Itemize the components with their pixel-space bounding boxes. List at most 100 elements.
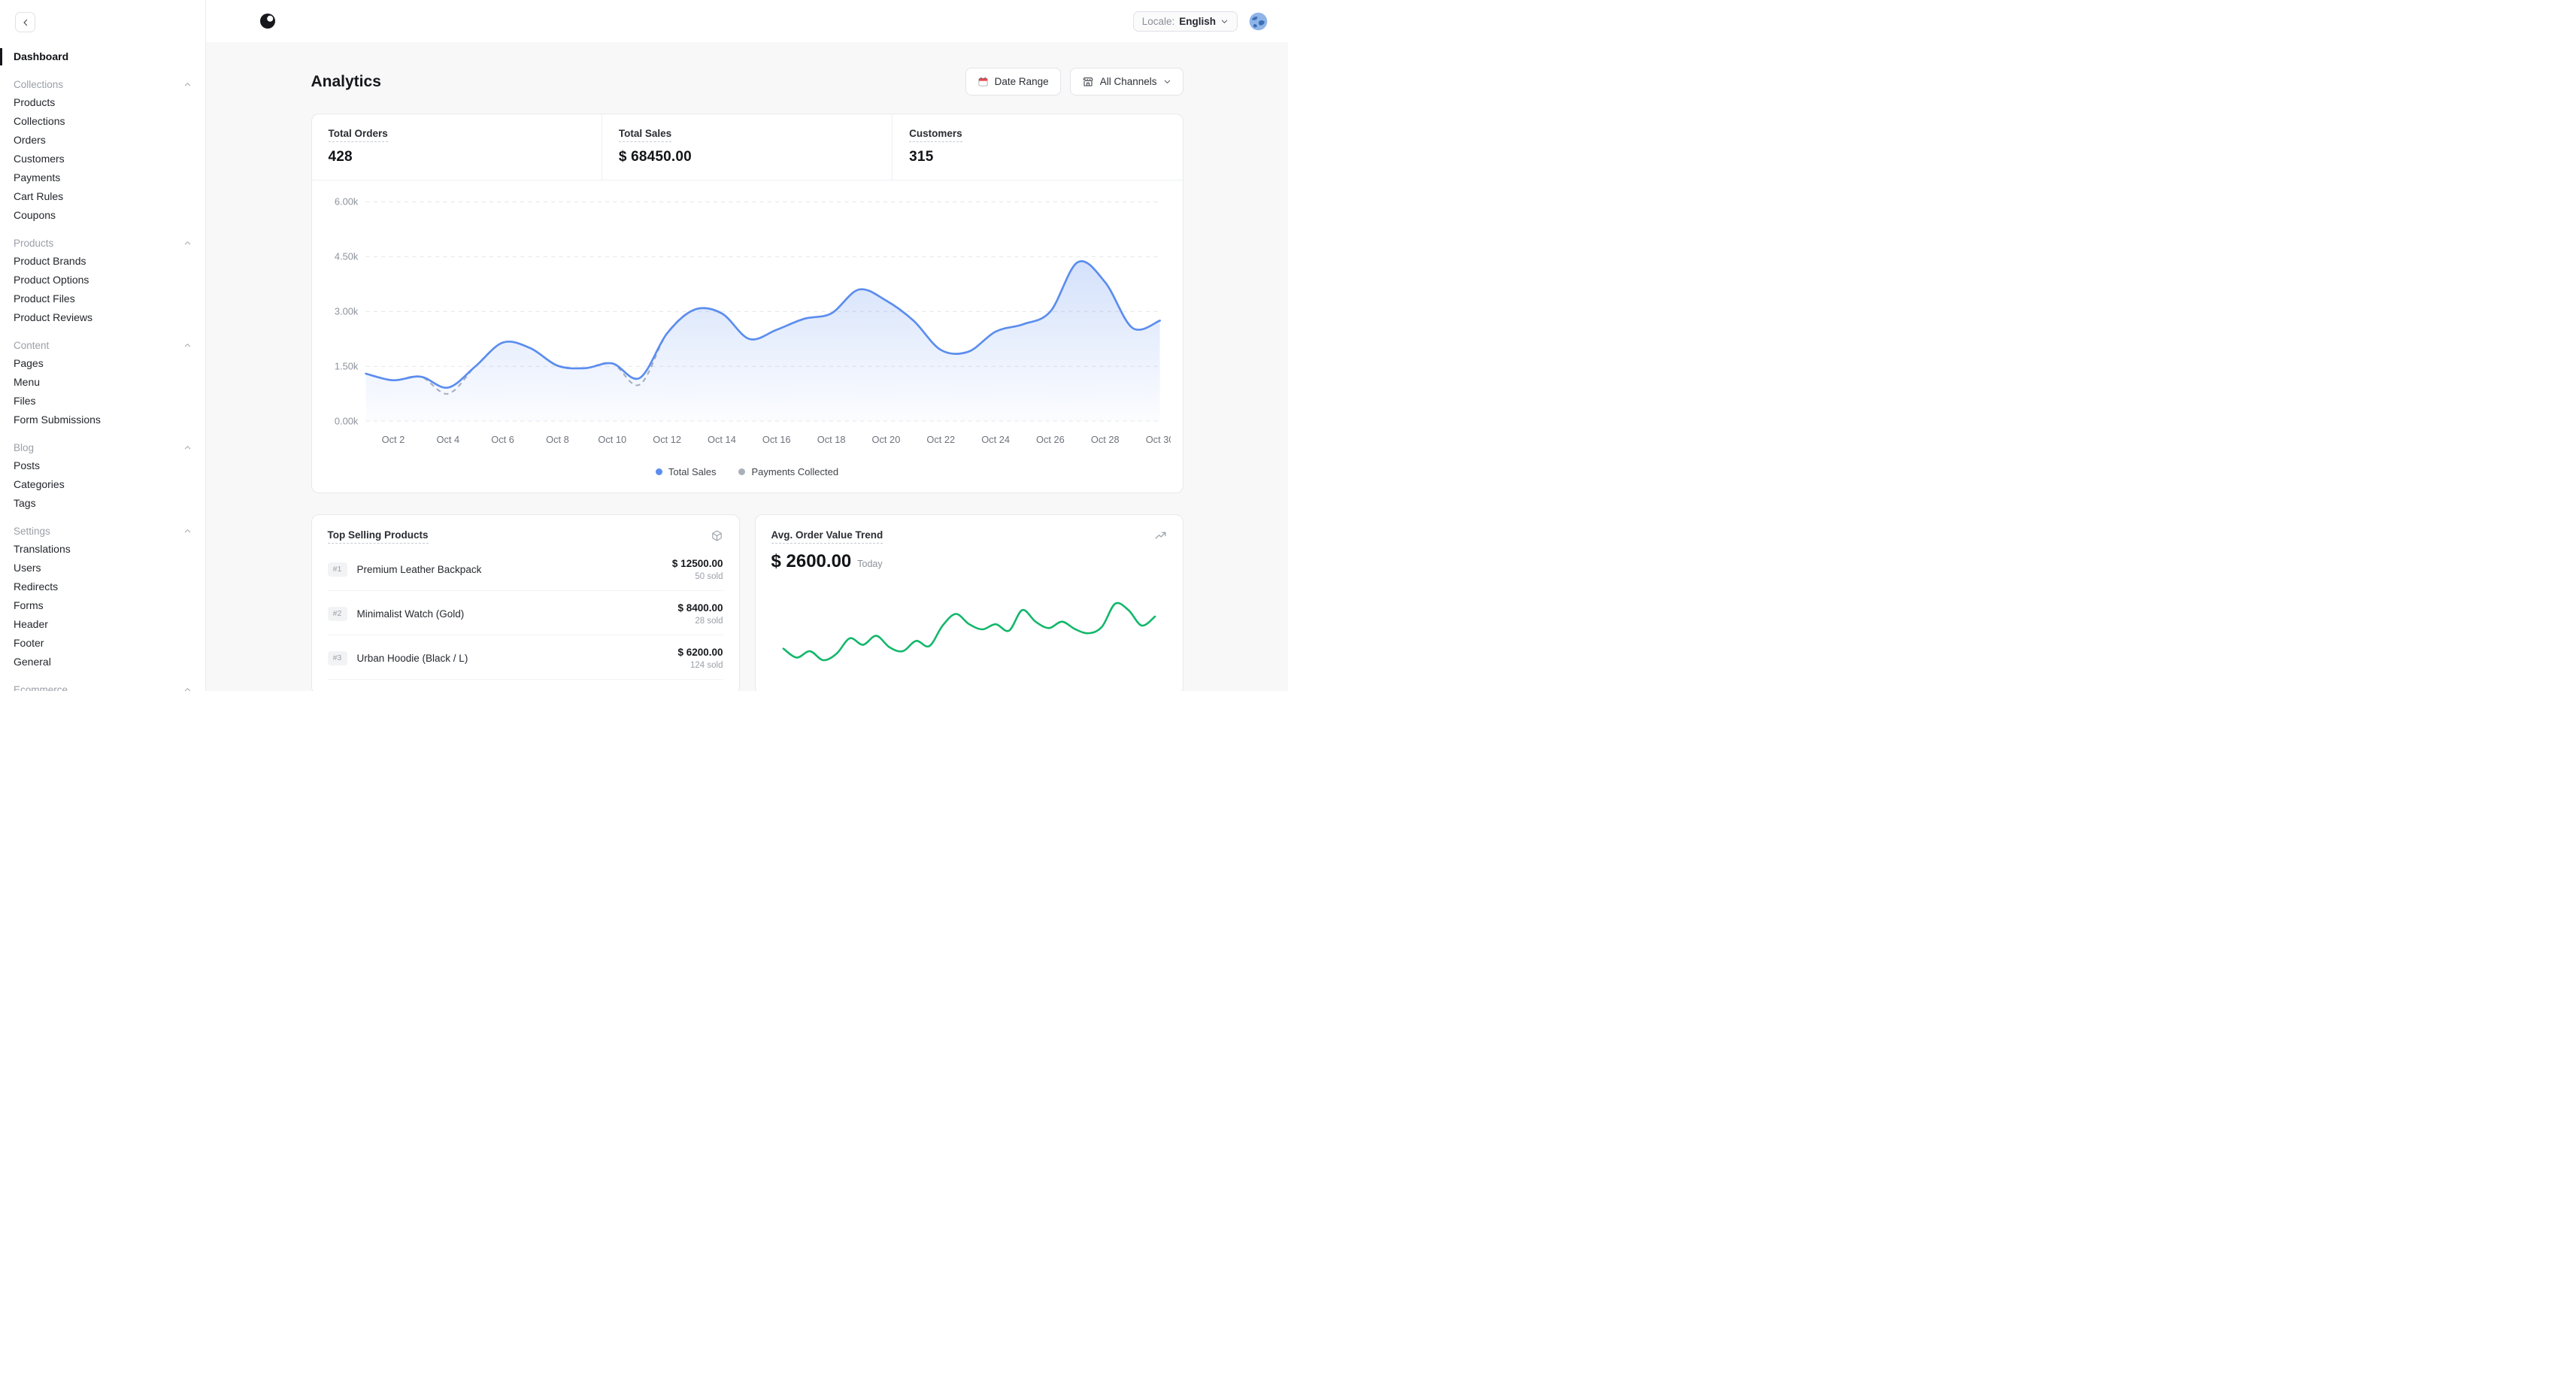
top-selling-list: #1 Premium Leather Backpack $ 12500.00 5… — [328, 547, 723, 680]
sidebar-item-product-options[interactable]: Product Options — [0, 271, 205, 289]
sidebar-item-collections[interactable]: Collections — [0, 112, 205, 131]
sidebar-item-customers[interactable]: Customers — [0, 150, 205, 168]
sidebar-item-header[interactable]: Header — [0, 615, 205, 634]
svg-text:Oct 20: Oct 20 — [871, 434, 900, 445]
legend-total-sales[interactable]: Total Sales — [656, 466, 717, 477]
svg-text:Oct 2: Oct 2 — [381, 434, 405, 445]
stat-label[interactable]: Total Sales — [619, 128, 671, 142]
stat-value: 315 — [909, 149, 1165, 165]
sidebar-item-redirects[interactable]: Redirects — [0, 577, 205, 596]
svg-text:0.00k: 0.00k — [334, 415, 358, 426]
top-selling-card: Top Selling Products # — [311, 514, 740, 691]
chevron-up-icon — [183, 341, 192, 350]
aov-trend-card: Avg. Order Value Trend $ 2600.00 Today — [755, 514, 1183, 691]
svg-text:Oct 6: Oct 6 — [491, 434, 514, 445]
sales-chart: 0.00k1.50k3.00k4.50k6.00kOct 2Oct 4Oct 6… — [312, 180, 1183, 460]
sidebar-item-form-submissions[interactable]: Form Submissions — [0, 411, 205, 429]
svg-text:Oct 26: Oct 26 — [1036, 434, 1065, 445]
sidebar-item-dashboard[interactable]: Dashboard — [0, 47, 205, 66]
aov-value: $ 2600.00 — [771, 551, 852, 572]
product-sold: 50 sold — [672, 572, 723, 581]
sidebar-item-orders[interactable]: Orders — [0, 131, 205, 150]
svg-text:Oct 12: Oct 12 — [653, 434, 681, 445]
product-revenue: $ 8400.00 — [677, 602, 723, 614]
sidebar-item-categories[interactable]: Categories — [0, 475, 205, 494]
sidebar-section-products[interactable]: Products — [0, 235, 205, 252]
sidebar-item-cart-rules[interactable]: Cart Rules — [0, 187, 205, 206]
sidebar-item-pages[interactable]: Pages — [0, 354, 205, 373]
globe-icon — [1248, 11, 1268, 32]
app-logo[interactable] — [259, 12, 277, 30]
svg-text:4.50k: 4.50k — [334, 250, 358, 262]
sidebar-item-files[interactable]: Files — [0, 392, 205, 411]
sidebar-item-translations[interactable]: Translations — [0, 540, 205, 559]
topbar-right: Locale: English — [1133, 11, 1268, 32]
chevron-up-icon — [183, 239, 192, 247]
svg-text:6.00k: 6.00k — [334, 196, 358, 208]
sidebar-item-product-files[interactable]: Product Files — [0, 289, 205, 308]
sidebar-item-footer[interactable]: Footer — [0, 634, 205, 653]
sidebar-section-label: Products — [14, 238, 53, 249]
product-row[interactable]: #3 Urban Hoodie (Black / L) $ 6200.00 12… — [328, 635, 723, 680]
svg-text:Oct 30: Oct 30 — [1145, 434, 1170, 445]
legend-label: Payments Collected — [751, 466, 838, 477]
sidebar-item-tags[interactable]: Tags — [0, 494, 205, 513]
analytics-panel: Total Orders 428 Total Sales $ 68450.00 … — [311, 114, 1183, 493]
sidebar-item-general[interactable]: General — [0, 653, 205, 671]
channels-button[interactable]: All Channels — [1070, 68, 1183, 95]
svg-text:Oct 4: Oct 4 — [436, 434, 459, 445]
sidebar-section-label: Settings — [14, 526, 50, 537]
svg-text:Oct 18: Oct 18 — [817, 434, 845, 445]
product-row[interactable]: #2 Minimalist Watch (Gold) $ 8400.00 28 … — [328, 591, 723, 635]
sidebar-section-content[interactable]: Content — [0, 337, 205, 354]
rank-badge: #1 — [328, 562, 347, 577]
legend-payments-collected[interactable]: Payments Collected — [738, 466, 838, 477]
sidebar-section-blog[interactable]: Blog — [0, 439, 205, 456]
svg-text:Oct 22: Oct 22 — [926, 434, 955, 445]
aov-sparkline — [771, 596, 1167, 668]
legend-label: Total Sales — [668, 466, 717, 477]
aov-title[interactable]: Avg. Order Value Trend — [771, 529, 883, 544]
app-root: Dashboard Collections Products Collectio… — [0, 0, 1288, 691]
stat-label[interactable]: Customers — [909, 128, 962, 142]
stat-total-orders: Total Orders 428 — [312, 114, 602, 180]
stat-label[interactable]: Total Orders — [329, 128, 388, 142]
sidebar-section-label: Blog — [14, 442, 34, 453]
sidebar-section-collections[interactable]: Collections — [0, 76, 205, 93]
aov-period: Today — [857, 559, 882, 569]
sidebar-item-coupons[interactable]: Coupons — [0, 206, 205, 225]
legend-dot-payments — [738, 468, 745, 475]
page-title: Analytics — [311, 73, 381, 91]
stat-customers: Customers 315 — [893, 114, 1182, 180]
package-icon — [711, 529, 723, 542]
locale-selector[interactable]: Locale: English — [1133, 11, 1238, 32]
sidebar-item-product-brands[interactable]: Product Brands — [0, 252, 205, 271]
content: Analytics Date Range — [206, 42, 1288, 691]
sidebar-section-label: Collections — [14, 79, 63, 90]
chevron-up-icon — [183, 527, 192, 535]
back-button[interactable] — [15, 12, 35, 32]
sidebar-item-products[interactable]: Products — [0, 93, 205, 112]
main-area: Locale: English Analytics — [206, 0, 1288, 691]
product-row[interactable]: #1 Premium Leather Backpack $ 12500.00 5… — [328, 547, 723, 591]
sidebar-item-forms[interactable]: Forms — [0, 596, 205, 615]
user-avatar[interactable] — [1248, 11, 1268, 32]
sidebar-item-payments[interactable]: Payments — [0, 168, 205, 187]
product-name: Minimalist Watch (Gold) — [357, 608, 465, 620]
stats-row: Total Orders 428 Total Sales $ 68450.00 … — [312, 114, 1183, 180]
top-selling-title[interactable]: Top Selling Products — [328, 529, 429, 544]
sidebar-item-menu[interactable]: Menu — [0, 373, 205, 392]
sidebar-item-users[interactable]: Users — [0, 559, 205, 577]
chevron-up-icon — [183, 686, 192, 691]
sidebar-item-product-reviews[interactable]: Product Reviews — [0, 308, 205, 327]
sidebar-section-ecommerce[interactable]: Ecommerce — [0, 681, 205, 691]
legend-dot-sales — [656, 468, 662, 475]
sidebar-item-posts[interactable]: Posts — [0, 456, 205, 475]
aov-sparkline-svg — [776, 596, 1162, 668]
product-name: Premium Leather Backpack — [357, 564, 482, 575]
rank-badge: #2 — [328, 607, 347, 621]
sidebar-section-settings[interactable]: Settings — [0, 523, 205, 540]
sidebar-section-label: Ecommerce — [14, 684, 68, 691]
product-sold: 124 sold — [677, 661, 723, 670]
date-range-button[interactable]: Date Range — [965, 68, 1061, 95]
